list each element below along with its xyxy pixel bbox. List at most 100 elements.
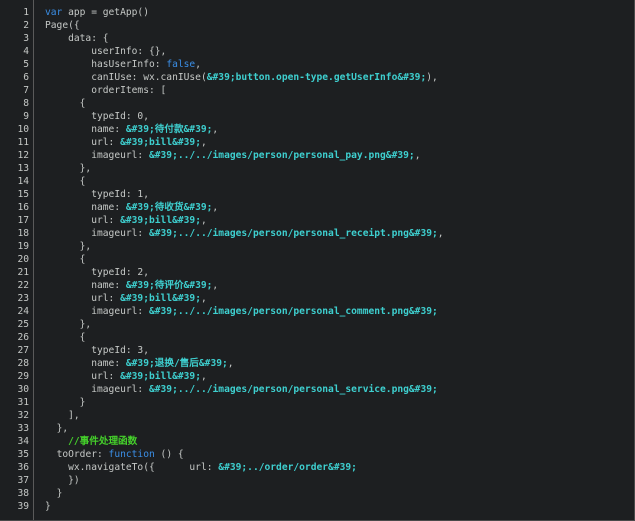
code-line[interactable]: 1 var app = getApp() — [0, 6, 635, 19]
code-line[interactable]: 24 imageurl: &#39;../../images/person/pe… — [0, 305, 635, 318]
comment-token: //事件处理函数 — [68, 436, 138, 447]
code-line[interactable]: 29 url: &#39;bill&#39;, — [0, 370, 635, 383]
code-lines[interactable]: 1 var app = getApp() 2 Page({3 data: {4 use… — [0, 6, 635, 513]
code-token: name: — [91, 280, 126, 291]
code-editor[interactable]: 1 var app = getApp() 2 Page({3 data: {4 use… — [0, 0, 635, 521]
code-line[interactable]: 15 typeId: 1, — [0, 188, 635, 201]
code-line[interactable]: 32 ], — [0, 409, 635, 422]
line-number: 7 — [23, 85, 29, 96]
code-text: url: &#39;bill&#39;, — [45, 214, 207, 227]
code-line[interactable]: 16 name: &#39;待收货&#39;, — [0, 201, 635, 214]
code-text: url: &#39;bill&#39;, — [45, 136, 207, 149]
code-line[interactable]: 30 imageurl: &#39;../../images/person/pe… — [0, 383, 635, 396]
code-line[interactable]: 23 url: &#39;bill&#39;, — [0, 292, 635, 305]
code-text: name: &#39;退换/售后&#39;, — [45, 357, 233, 370]
line-number: 5 — [23, 59, 29, 70]
line-number: 24 — [17, 306, 29, 317]
code-line[interactable]: 31 } — [0, 396, 635, 409]
line-number: 31 — [17, 397, 29, 408]
code-text: var app = getApp() — [45, 6, 149, 19]
code-line[interactable]: 13 }, — [0, 162, 635, 175]
code-token: , — [200, 293, 207, 304]
code-line[interactable]: 11 url: &#39;bill&#39;, — [0, 136, 635, 149]
line-number: 39 — [17, 501, 29, 512]
code-token: , — [200, 371, 207, 382]
string-token: &#39;../../images/person/personal_commen… — [148, 306, 438, 317]
code-line[interactable]: 25 }, — [0, 318, 635, 331]
code-token: () { — [154, 449, 184, 460]
code-line[interactable]: 5 hasUserInfo: false, — [0, 58, 635, 71]
code-line[interactable]: 10 name: &#39;待付款&#39;, — [0, 123, 635, 136]
code-text: typeId: 2, — [45, 266, 149, 279]
code-line[interactable]: 17 url: &#39;bill&#39;, — [0, 214, 635, 227]
code-line[interactable]: 8 { — [0, 97, 635, 110]
code-text: } — [45, 487, 63, 500]
code-line[interactable]: 21 typeId: 2, — [0, 266, 635, 279]
line-number: 35 — [17, 449, 29, 460]
line-number: 1 — [23, 7, 29, 18]
code-line[interactable]: 38 } — [0, 487, 635, 500]
code-text: wx.navigateTo({ url: &#39;../order/order… — [45, 461, 357, 474]
code-line[interactable]: 4 userInfo: {}, — [0, 45, 635, 58]
string-token: &#39;bill&#39; — [120, 371, 201, 382]
code-text: { — [45, 331, 86, 344]
code-line[interactable]: 2 Page({ — [0, 19, 635, 32]
code-text: typeId: 0, — [45, 110, 149, 123]
code-line[interactable]: 36 wx.navigateTo({ url: &#39;../order/or… — [0, 461, 635, 474]
code-token: toOrder: — [56, 449, 109, 460]
code-line[interactable]: 14 { — [0, 175, 635, 188]
code-line[interactable]: 6 canIUse: wx.canIUse(&#39;button.open-t… — [0, 71, 635, 84]
code-line[interactable]: 37 }) — [0, 474, 635, 487]
code-token: , — [212, 202, 219, 213]
code-line[interactable]: 18 imageurl: &#39;../../images/person/pe… — [0, 227, 635, 240]
code-line[interactable]: 26 { — [0, 331, 635, 344]
code-token: typeId: 3, — [91, 345, 149, 356]
code-token: typeId: 0, — [91, 111, 149, 122]
code-text: typeId: 1, — [45, 188, 149, 201]
code-token: , — [212, 280, 219, 291]
boolean-token: false — [166, 59, 196, 70]
line-number: 29 — [17, 371, 29, 382]
code-token: { — [79, 254, 86, 265]
code-line[interactable]: 34 //事件处理函数 — [0, 435, 635, 448]
code-line[interactable]: 35 toOrder: function () { — [0, 448, 635, 461]
code-line[interactable]: 3 data: { — [0, 32, 635, 45]
code-token: , — [437, 228, 444, 239]
line-number: 30 — [17, 384, 29, 395]
string-token: &#39;待付款&#39; — [125, 124, 213, 135]
string-token: &#39;../../images/person/personal_servic… — [148, 384, 438, 395]
string-token: &#39;退换/售后&#39; — [125, 358, 228, 369]
code-line[interactable]: 12 imageurl: &#39;../../images/person/pe… — [0, 149, 635, 162]
code-line[interactable]: 39} — [0, 500, 635, 513]
code-line[interactable]: 22 name: &#39;待评价&#39;, — [0, 279, 635, 292]
code-line[interactable]: 20 { — [0, 253, 635, 266]
code-line[interactable]: 19 }, — [0, 240, 635, 253]
code-token: app = getApp() — [62, 7, 149, 18]
code-token: }) — [68, 475, 80, 486]
code-line[interactable]: 9 typeId: 0, — [0, 110, 635, 123]
code-token: }, — [79, 241, 92, 252]
code-token: }, — [79, 319, 92, 330]
code-text: }, — [45, 318, 92, 331]
code-token: imageurl: — [91, 306, 149, 317]
line-number: 17 — [17, 215, 29, 226]
line-number: 20 — [17, 254, 29, 265]
code-token: hasUserInfo: — [91, 59, 167, 70]
code-line[interactable]: 27 typeId: 3, — [0, 344, 635, 357]
code-line[interactable]: 28 name: &#39;退换/售后&#39;, — [0, 357, 635, 370]
code-text: toOrder: function () { — [45, 448, 184, 461]
code-line[interactable]: 33 }, — [0, 422, 635, 435]
code-token: }, — [56, 423, 69, 434]
code-line[interactable]: 7 orderItems: [ — [0, 84, 635, 97]
